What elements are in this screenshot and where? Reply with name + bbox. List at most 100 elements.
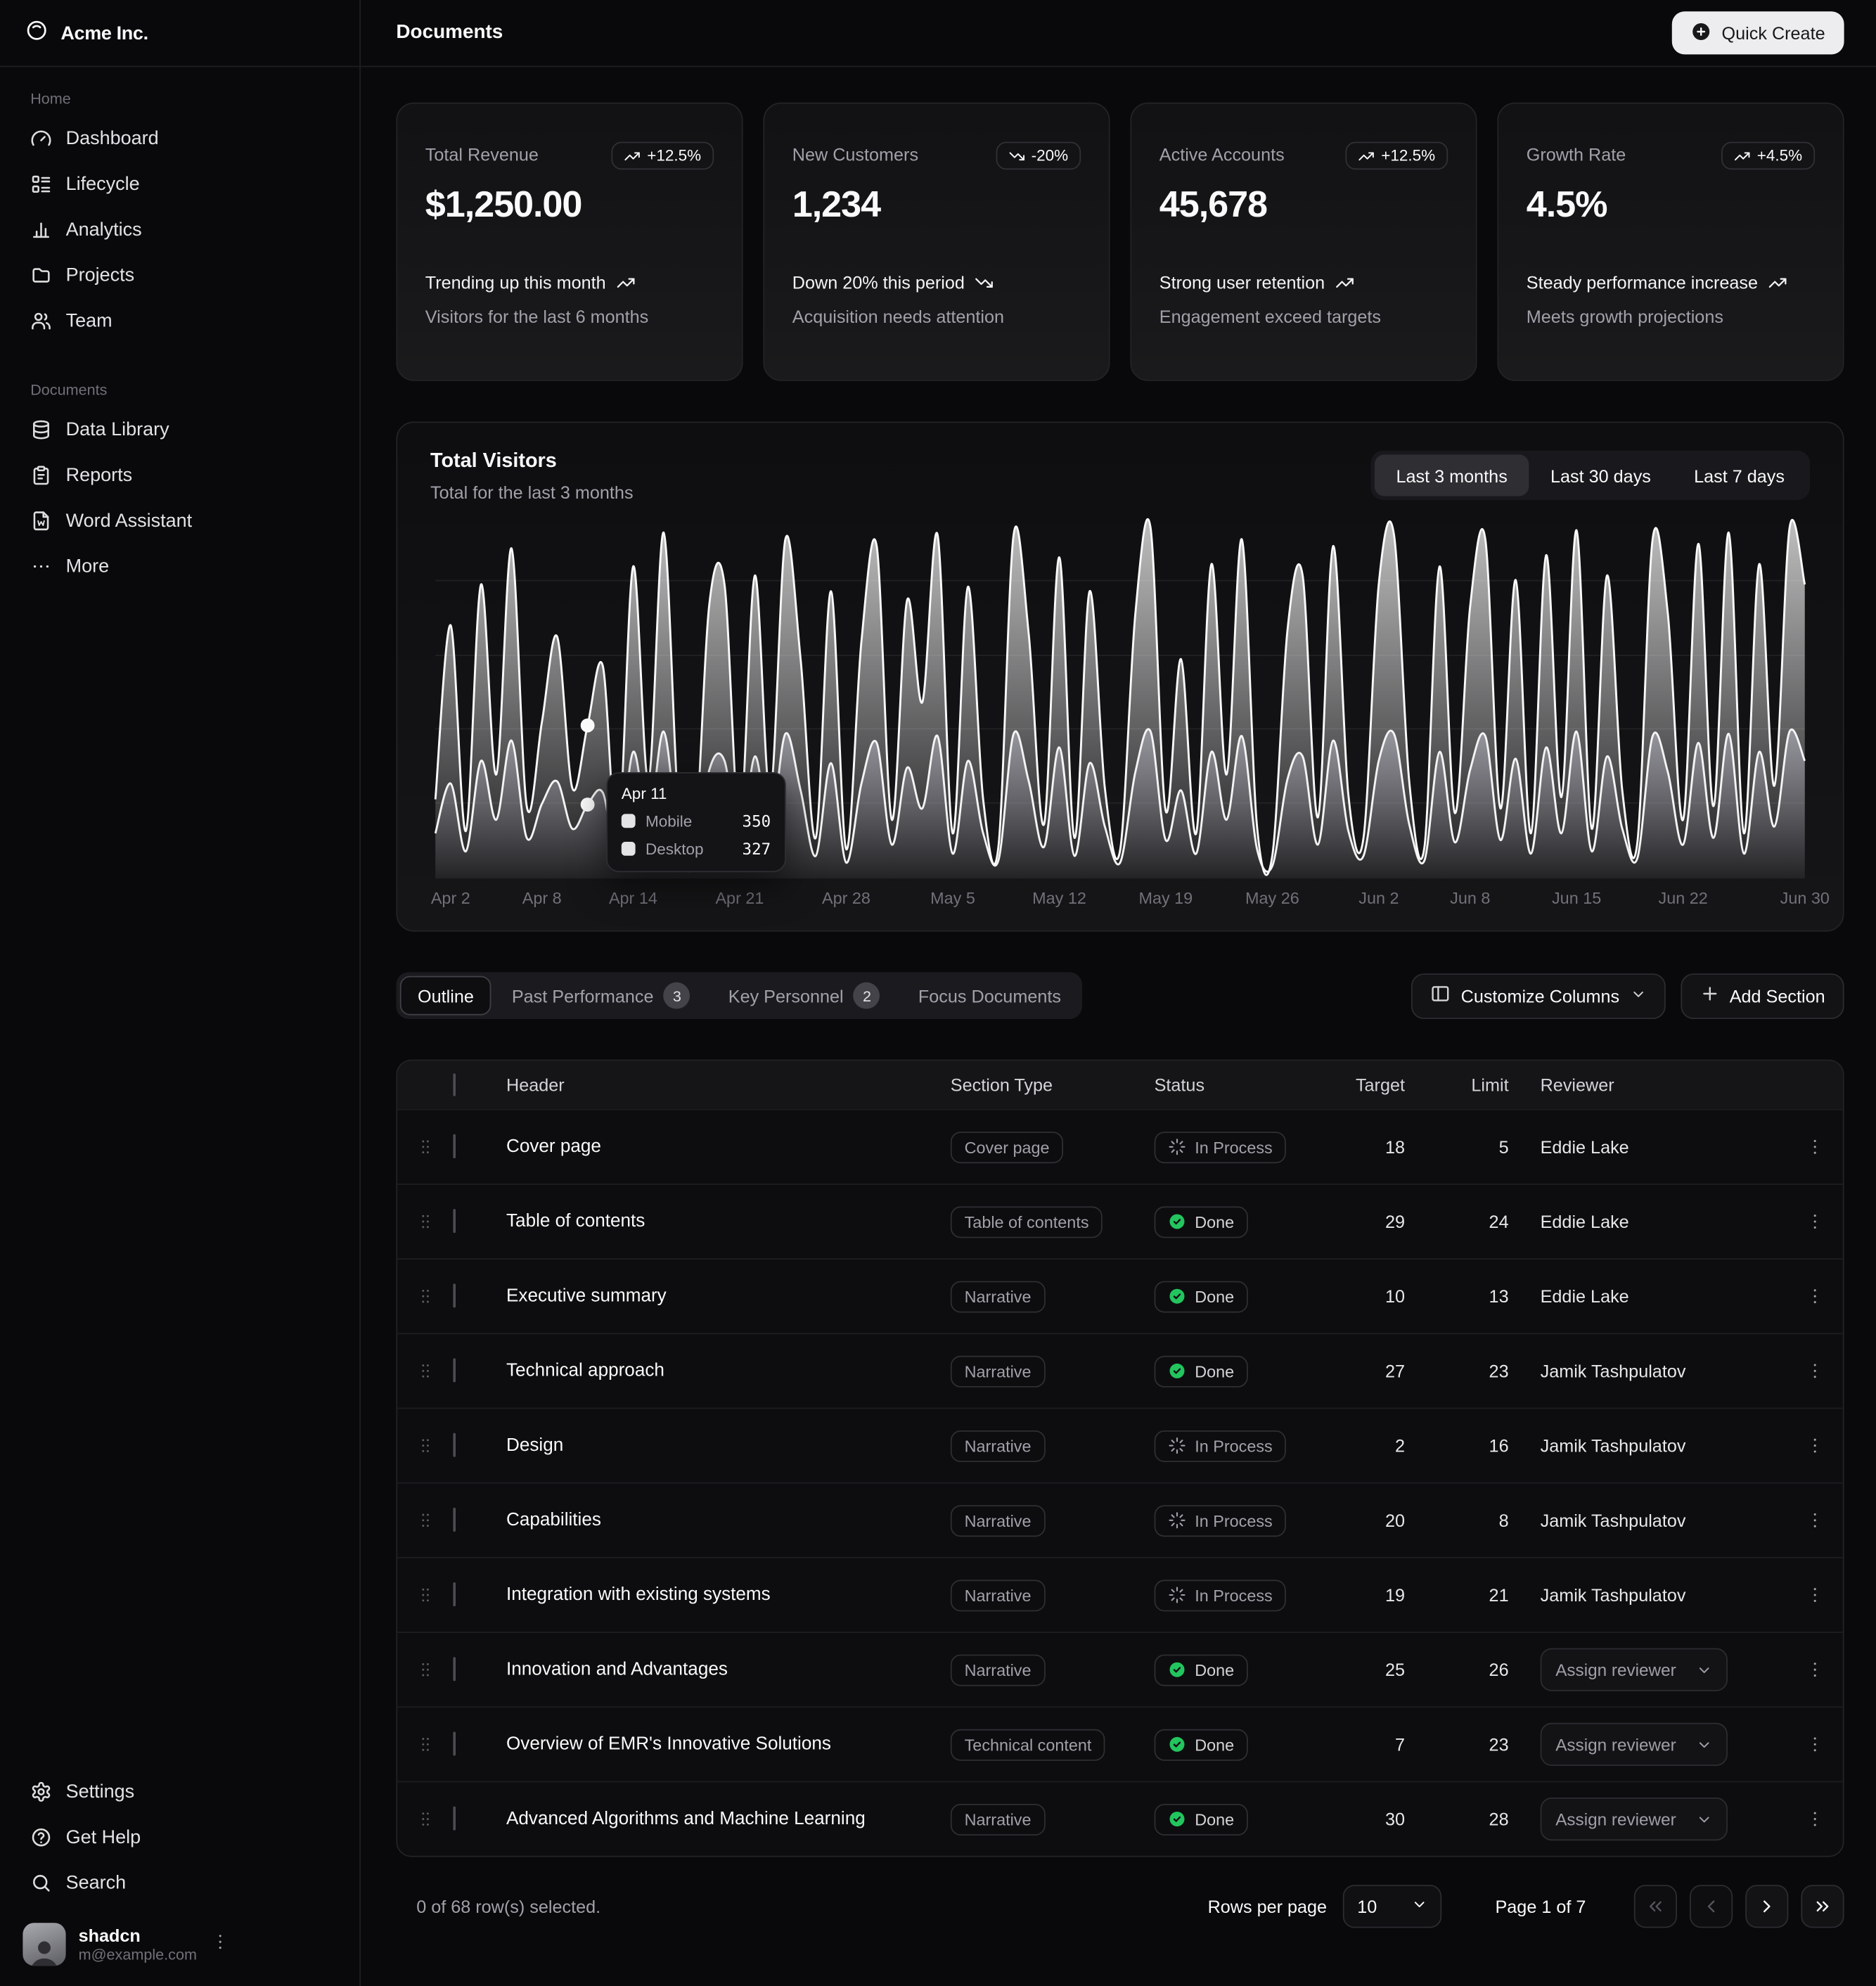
range-last-3-months[interactable]: Last 3 months: [1375, 454, 1529, 496]
tab-past-performance[interactable]: Past Performance3: [494, 976, 708, 1016]
target-value[interactable]: 10: [1332, 1286, 1408, 1307]
drag-handle-icon[interactable]: [397, 1809, 453, 1829]
sidebar-item-projects[interactable]: Projects: [20, 252, 340, 297]
limit-value[interactable]: 8: [1408, 1510, 1512, 1530]
first-page-button[interactable]: [1634, 1885, 1677, 1928]
target-value[interactable]: 19: [1332, 1585, 1408, 1606]
sidebar-item-label: Dashboard: [66, 127, 159, 149]
sidebar-item-settings[interactable]: Settings: [20, 1769, 340, 1814]
limit-value[interactable]: 28: [1408, 1809, 1512, 1829]
drag-handle-icon[interactable]: [397, 1136, 453, 1157]
sidebar-item-team[interactable]: Team: [20, 297, 340, 343]
row-checkbox[interactable]: [453, 1508, 456, 1532]
sidebar-item-get-help[interactable]: Get Help: [20, 1814, 340, 1859]
target-value[interactable]: 25: [1332, 1660, 1408, 1680]
last-page-button[interactable]: [1801, 1885, 1844, 1928]
limit-value[interactable]: 21: [1408, 1585, 1512, 1606]
tab-key-personnel[interactable]: Key Personnel2: [711, 976, 899, 1016]
drag-handle-icon[interactable]: [397, 1286, 453, 1307]
row-checkbox[interactable]: [453, 1358, 456, 1382]
tab-focus-documents[interactable]: Focus Documents: [901, 976, 1079, 1016]
row-header[interactable]: Overview of EMR's Innovative Solutions: [499, 1734, 951, 1755]
target-value[interactable]: 7: [1332, 1734, 1408, 1755]
drag-handle-icon[interactable]: [397, 1212, 453, 1232]
row-checkbox[interactable]: [453, 1582, 456, 1606]
limit-value[interactable]: 26: [1408, 1660, 1512, 1680]
drag-handle-icon[interactable]: [397, 1435, 453, 1456]
area-chart[interactable]: Apr 11 Mobile350Desktop327: [435, 529, 1805, 877]
rows-per-page-select[interactable]: 10: [1343, 1885, 1441, 1928]
row-actions-button[interactable]: [1787, 1361, 1843, 1381]
drag-handle-icon[interactable]: [397, 1361, 453, 1381]
quick-create-button[interactable]: Quick Create: [1672, 11, 1844, 54]
row-checkbox[interactable]: [453, 1731, 456, 1755]
row-checkbox[interactable]: [453, 1807, 456, 1831]
sidebar-footer-nav: SettingsGet HelpSearch: [0, 1758, 359, 1907]
row-header[interactable]: Advanced Algorithms and Machine Learning: [499, 1809, 951, 1829]
limit-value[interactable]: 13: [1408, 1286, 1512, 1307]
sidebar-item-word-assistant[interactable]: Word Assistant: [20, 497, 340, 543]
chevron-down-icon: [1412, 1896, 1428, 1912]
assign-reviewer-select[interactable]: Assign reviewer: [1541, 1798, 1728, 1840]
row-checkbox[interactable]: [453, 1657, 456, 1681]
row-actions-button[interactable]: [1787, 1136, 1843, 1157]
sidebar-item-lifecycle[interactable]: Lifecycle: [20, 161, 340, 207]
limit-value[interactable]: 23: [1408, 1361, 1512, 1381]
limit-value[interactable]: 23: [1408, 1734, 1512, 1755]
sidebar-item-reports[interactable]: Reports: [20, 452, 340, 498]
row-checkbox[interactable]: [453, 1283, 456, 1307]
range-last-30-days[interactable]: Last 30 days: [1529, 454, 1672, 496]
next-page-button[interactable]: [1745, 1885, 1788, 1928]
sidebar-item-data-library[interactable]: Data Library: [20, 406, 340, 452]
drag-handle-icon[interactable]: [397, 1585, 453, 1606]
row-checkbox[interactable]: [453, 1134, 456, 1158]
select-all-checkbox[interactable]: [453, 1073, 456, 1096]
limit-value[interactable]: 16: [1408, 1435, 1512, 1456]
assign-reviewer-select[interactable]: Assign reviewer: [1541, 1648, 1728, 1691]
target-value[interactable]: 29: [1332, 1212, 1408, 1232]
assign-reviewer-select[interactable]: Assign reviewer: [1541, 1723, 1728, 1766]
drag-handle-icon[interactable]: [397, 1510, 453, 1530]
sidebar-item-dashboard[interactable]: Dashboard: [20, 115, 340, 161]
row-actions-button[interactable]: [1787, 1212, 1843, 1232]
row-header[interactable]: Capabilities: [499, 1510, 951, 1530]
prev-page-button[interactable]: [1690, 1885, 1733, 1928]
row-header[interactable]: Executive summary: [499, 1286, 951, 1307]
add-section-button[interactable]: Add Section: [1681, 973, 1844, 1018]
sidebar-item-more[interactable]: More: [20, 543, 340, 589]
user-menu-ellipsis-icon[interactable]: [210, 1931, 230, 1958]
target-value[interactable]: 2: [1332, 1435, 1408, 1456]
row-header[interactable]: Table of contents: [499, 1212, 951, 1232]
section-type-badge: Narrative: [951, 1281, 1046, 1312]
range-last-7-days[interactable]: Last 7 days: [1673, 454, 1806, 496]
row-header[interactable]: Innovation and Advantages: [499, 1660, 951, 1680]
target-value[interactable]: 18: [1332, 1136, 1408, 1157]
tab-outline[interactable]: Outline: [400, 976, 492, 1016]
row-checkbox[interactable]: [453, 1209, 456, 1233]
drag-handle-icon[interactable]: [397, 1660, 453, 1680]
row-actions-button[interactable]: [1787, 1734, 1843, 1755]
drag-handle-icon[interactable]: [397, 1734, 453, 1755]
row-actions-button[interactable]: [1787, 1809, 1843, 1829]
table-footer: 0 of 68 row(s) selected. Rows per page 1…: [396, 1885, 1844, 1928]
limit-value[interactable]: 5: [1408, 1136, 1512, 1157]
row-actions-button[interactable]: [1787, 1435, 1843, 1456]
target-value[interactable]: 30: [1332, 1809, 1408, 1829]
row-actions-button[interactable]: [1787, 1585, 1843, 1606]
sidebar-item-search[interactable]: Search: [20, 1859, 340, 1905]
customize-columns-button[interactable]: Customize Columns: [1411, 973, 1664, 1018]
target-value[interactable]: 20: [1332, 1510, 1408, 1530]
row-checkbox[interactable]: [453, 1433, 456, 1457]
row-header[interactable]: Design: [499, 1435, 951, 1456]
limit-value[interactable]: 24: [1408, 1212, 1512, 1232]
row-actions-button[interactable]: [1787, 1286, 1843, 1307]
row-header[interactable]: Cover page: [499, 1136, 951, 1157]
user-menu[interactable]: shadcn m@example.com: [13, 1915, 347, 1973]
sidebar-header[interactable]: Acme Inc.: [0, 0, 359, 67]
row-header[interactable]: Integration with existing systems: [499, 1585, 951, 1606]
sidebar-item-analytics[interactable]: Analytics: [20, 206, 340, 252]
row-actions-button[interactable]: [1787, 1660, 1843, 1680]
target-value[interactable]: 27: [1332, 1361, 1408, 1381]
row-header[interactable]: Technical approach: [499, 1361, 951, 1381]
row-actions-button[interactable]: [1787, 1510, 1843, 1530]
